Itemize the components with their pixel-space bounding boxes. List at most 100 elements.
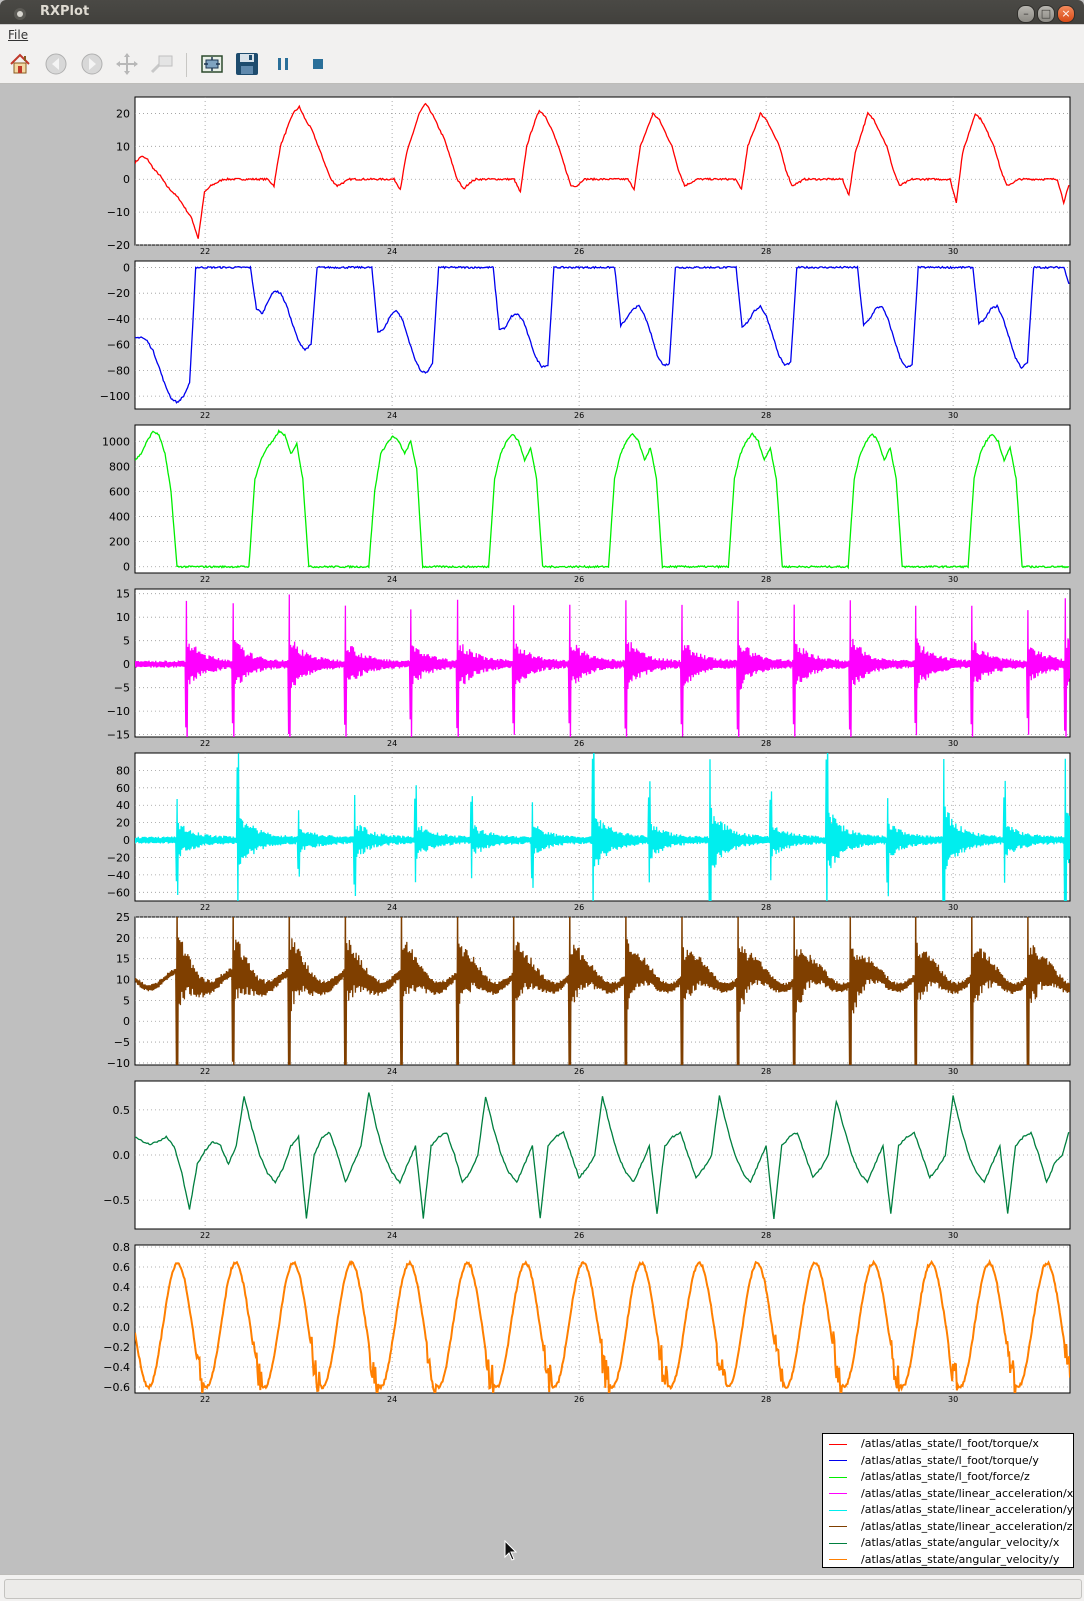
legend-label: /atlas/atlas_state/angular_velocity/x: [861, 1536, 1060, 1549]
x-tick-label: 24: [387, 411, 397, 420]
x-tick-label: 22: [200, 575, 210, 584]
toolbar-separator: [186, 53, 187, 77]
forward-arrow-icon: [81, 53, 103, 75]
y-tick-label: −40: [107, 869, 130, 882]
zoom-button[interactable]: [150, 52, 174, 76]
axes-frame: [134, 96, 1071, 246]
legend-entry: /atlas/atlas_state/linear_acceleration/x: [829, 1487, 1073, 1503]
y-tick-label: −20: [107, 239, 130, 252]
x-tick-label: 22: [200, 1067, 210, 1076]
x-tick-label: 24: [387, 247, 397, 256]
y-tick-label: −20: [107, 851, 130, 864]
close-button[interactable]: ×: [1057, 5, 1075, 23]
y-tick-label: 0.8: [113, 1241, 131, 1254]
menu-file[interactable]: File: [8, 28, 28, 42]
legend-label: /atlas/atlas_state/l_foot/torque/x: [861, 1437, 1039, 1450]
y-tick-label: −40: [107, 313, 130, 326]
x-tick-label: 30: [948, 411, 958, 420]
y-tick-label: 5: [123, 994, 130, 1007]
y-tick-label: −60: [107, 886, 130, 899]
minimize-button[interactable]: –: [1017, 5, 1035, 23]
save-button[interactable]: [235, 52, 259, 76]
x-tick-label: 30: [948, 1395, 958, 1404]
y-tick-label: −80: [107, 364, 130, 377]
y-tick-label: −0.4: [103, 1361, 130, 1374]
legend: /atlas/atlas_state/l_foot/torque/x/atlas…: [822, 1433, 1074, 1568]
y-tick-label: 40: [116, 799, 130, 812]
y-tick-label: 10: [116, 140, 130, 153]
subplot-7[interactable]: 22 24 26 28 30 0.5 0.0 −0.5: [103, 1080, 1071, 1240]
legend-entry: /atlas/atlas_state/l_foot/torque/x: [829, 1437, 1039, 1453]
y-tick-label: −60: [107, 339, 130, 352]
pause-button[interactable]: [271, 52, 295, 76]
forward-button[interactable]: [80, 52, 104, 76]
x-tick-label: 30: [948, 575, 958, 584]
x-tick-label: 30: [948, 1231, 958, 1240]
configure-subplots-button[interactable]: [200, 52, 224, 76]
y-tick-label: −0.2: [103, 1341, 130, 1354]
legend-swatch: [829, 1526, 847, 1527]
mouse-cursor-icon: [504, 1540, 518, 1561]
y-tick-label: 0.2: [113, 1301, 131, 1314]
y-tick-label: 5: [123, 635, 130, 648]
x-tick-label: 26: [574, 411, 584, 420]
x-tick-label: 30: [948, 1067, 958, 1076]
legend-swatch: [829, 1559, 847, 1560]
x-tick-label: 28: [761, 1067, 771, 1076]
y-tick-label: 15: [116, 588, 130, 601]
legend-label: /atlas/atlas_state/l_foot/force/z: [861, 1470, 1030, 1483]
subplot-3[interactable]: 22 24 26 28 30 1000 800 600 400 200 0: [102, 424, 1071, 584]
x-tick-label: 28: [761, 903, 771, 912]
toolbar: [0, 45, 1084, 84]
x-tick-label: 22: [200, 903, 210, 912]
pan-button[interactable]: [115, 52, 139, 76]
window-menu-icon[interactable]: [14, 8, 26, 20]
subplot-2[interactable]: 22 24 26 28 30 0 −20 −40 −60 −80 −100: [100, 260, 1071, 420]
x-tick-label: 26: [574, 1395, 584, 1404]
y-tick-label: 15: [116, 953, 130, 966]
plots-figure[interactable]: 22 24 26 28 30 20 10 0 −10 −20 22 24 26 28 30 0 −20 −40 −6…: [0, 84, 1084, 1574]
x-tick-label: 24: [387, 1395, 397, 1404]
legend-entry: /atlas/atlas_state/l_foot/torque/y: [829, 1454, 1039, 1470]
legend-entry: /atlas/atlas_state/l_foot/force/z: [829, 1470, 1030, 1486]
stop-icon: [313, 59, 323, 69]
maximize-button[interactable]: □: [1037, 5, 1055, 23]
y-tick-label: 25: [116, 911, 130, 924]
y-tick-label: 0.5: [113, 1104, 131, 1117]
y-tick-label: 10: [116, 974, 130, 987]
y-tick-label: 0: [123, 1015, 130, 1028]
x-tick-label: 28: [761, 575, 771, 584]
subplot-4[interactable]: 22 24 26 28 30 15 10 5 0 −5 −10 −15: [107, 588, 1071, 757]
back-button[interactable]: [44, 52, 68, 76]
x-tick-label: 22: [200, 1395, 210, 1404]
y-tick-label: 60: [116, 782, 130, 795]
y-tick-label: 400: [109, 511, 130, 524]
x-tick-label: 24: [387, 1231, 397, 1240]
legend-label: /atlas/atlas_state/linear_acceleration/y: [861, 1503, 1074, 1516]
x-tick-label: 28: [761, 247, 771, 256]
axes-frame: [134, 916, 1071, 1066]
legend-entry: /atlas/atlas_state/angular_velocity/y: [829, 1553, 1059, 1569]
axes-frame: [134, 260, 1071, 410]
subplot-1[interactable]: 22 24 26 28 30 20 10 0 −10 −20: [107, 96, 1071, 256]
pan-cross-icon: [116, 53, 138, 75]
zoom-rect-icon: [150, 55, 173, 74]
y-tick-label: −10: [107, 206, 130, 219]
legend-label: /atlas/atlas_state/linear_acceleration/x: [861, 1486, 1074, 1500]
window-title: RXPlot: [40, 4, 90, 19]
plot-canvas[interactable]: 22 24 26 28 30 20 10 0 −10 −20 22 24 26 28 30 0 −20 −40 −6…: [0, 84, 1084, 1574]
y-tick-label: 800: [109, 460, 130, 473]
subplot-6[interactable]: 22 24 26 28 30 25 20 15 10 5 0 −5 −10: [107, 872, 1071, 1107]
home-button[interactable]: [8, 52, 32, 76]
floppy-disk-icon: [236, 53, 258, 75]
stop-button[interactable]: [306, 52, 330, 76]
y-tick-label: 0.6: [113, 1261, 131, 1274]
axes-frame: [134, 424, 1071, 574]
y-tick-label: 0.0: [113, 1321, 131, 1334]
subplot-8[interactable]: 22 24 26 28 30 0.8 0.6 0.4 0.2 0.0 −0.2 −0.4 −0.6: [103, 1241, 1071, 1404]
home-icon: [10, 53, 30, 74]
x-tick-label: 22: [200, 247, 210, 256]
x-tick-label: 26: [574, 1231, 584, 1240]
legend-swatch: [829, 1476, 847, 1478]
x-tick-label: 26: [574, 575, 584, 584]
